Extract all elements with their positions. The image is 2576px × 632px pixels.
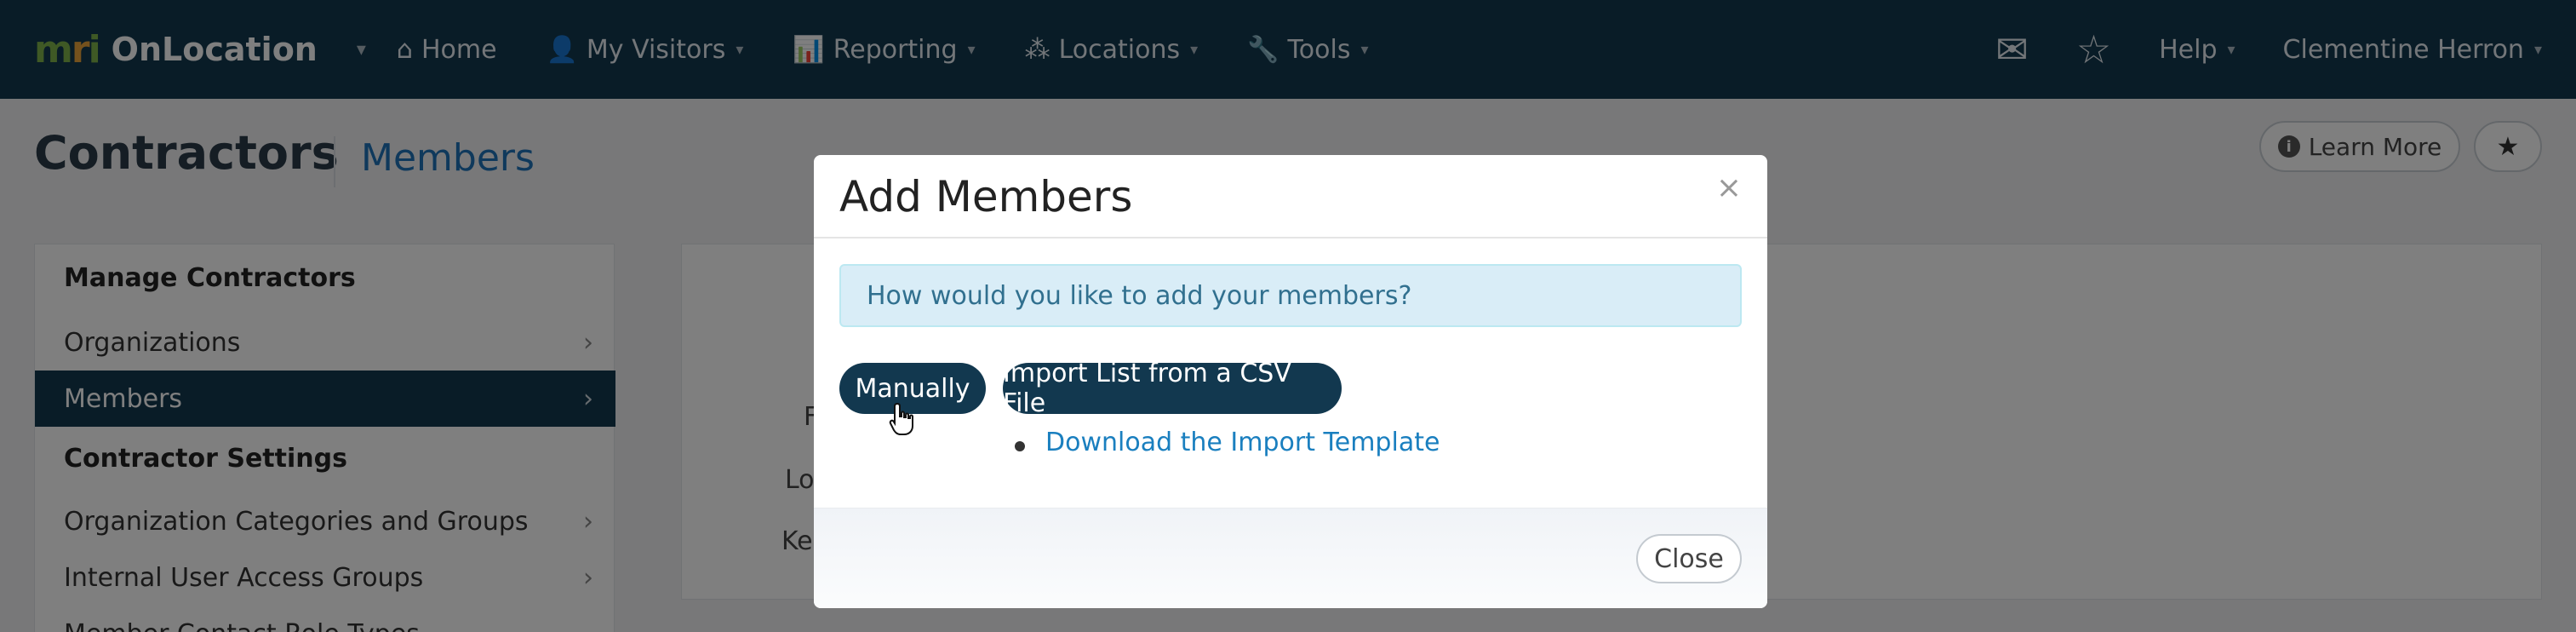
import-csv-button[interactable]: Import List from a CSV File	[1003, 359, 1342, 418]
hand-cursor-icon	[889, 402, 913, 435]
add-members-modal: Add Members × How would you like to add …	[814, 155, 1767, 608]
bullet-dot	[1015, 441, 1025, 451]
download-template-link[interactable]: Download the Import Template	[1045, 428, 1440, 457]
close-button[interactable]: Close	[1636, 534, 1742, 583]
info-alert: How would you like to add your members?	[839, 264, 1742, 327]
modal-title: Add Members	[839, 172, 1133, 221]
modal-footer: Close	[814, 508, 1767, 608]
close-icon[interactable]: ×	[1716, 170, 1742, 205]
modal-header: Add Members ×	[814, 155, 1767, 238]
